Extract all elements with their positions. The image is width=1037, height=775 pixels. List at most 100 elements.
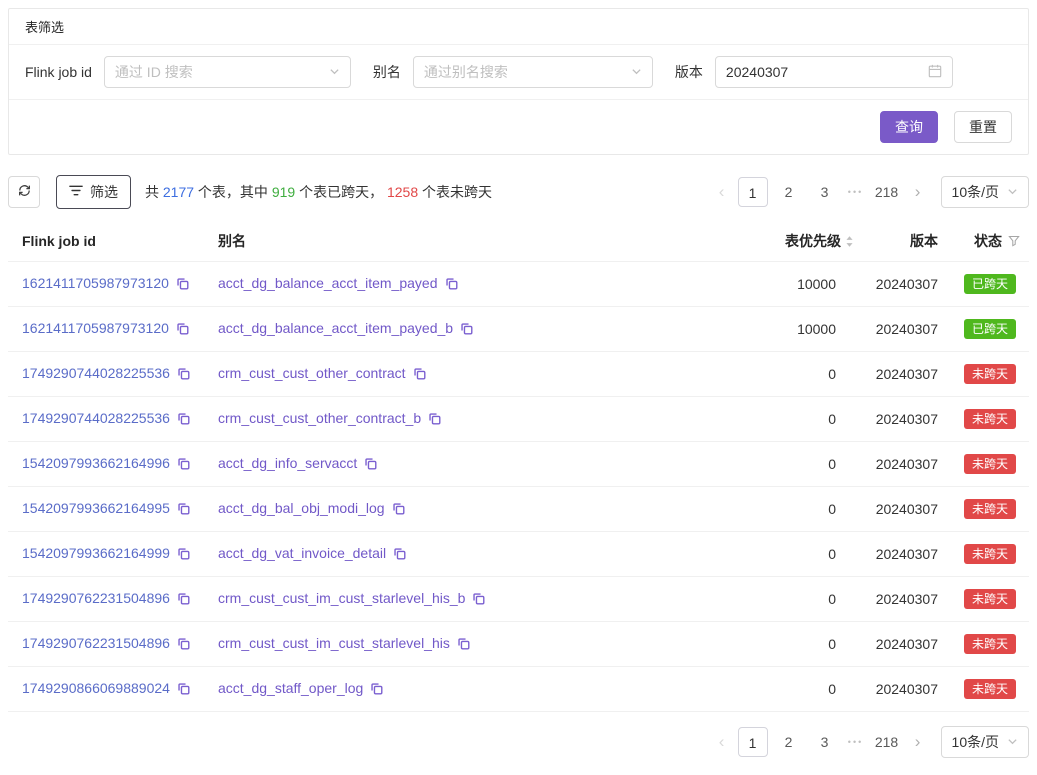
version-value: 20240307 <box>854 577 938 622</box>
refresh-button[interactable] <box>8 176 40 208</box>
alias-link[interactable]: acct_dg_info_servacct <box>218 455 357 471</box>
table-row: 1749290762231504896 crm_cust_cust_im_cus… <box>8 622 1029 667</box>
priority-value: 0 <box>628 622 854 667</box>
page-button-2[interactable]: 2 <box>774 727 804 757</box>
next-page-button[interactable]: › <box>905 182 931 202</box>
copy-icon[interactable] <box>460 322 473 338</box>
copy-icon[interactable] <box>177 367 190 383</box>
page-button-3[interactable]: 3 <box>810 727 840 757</box>
status-badge: 未跨天 <box>964 679 1016 699</box>
priority-value: 10000 <box>628 262 854 307</box>
header-priority[interactable]: 表优先级 <box>628 221 854 262</box>
copy-icon[interactable] <box>177 457 190 473</box>
flink-job-id-link[interactable]: 1749290744028225536 <box>22 410 170 426</box>
copy-icon[interactable] <box>177 682 190 698</box>
page-size-select[interactable]: 10条/页 <box>941 176 1029 208</box>
chevron-down-icon <box>631 64 642 80</box>
alias-link[interactable]: acct_dg_vat_invoice_detail <box>218 545 386 561</box>
flink-job-id-link[interactable]: 1621411705987973120 <box>22 275 169 291</box>
copy-icon[interactable] <box>177 502 190 518</box>
flink-job-id-select[interactable]: 通过 ID 搜索 <box>104 56 351 88</box>
flink-job-id-placeholder: 通过 ID 搜索 <box>115 62 193 82</box>
alias-link[interactable]: acct_dg_balance_acct_item_payed <box>218 275 438 291</box>
results-table: Flink job id 别名 表优先级 版本 状态 1621411705987… <box>8 221 1029 712</box>
page-ellipsis[interactable]: ••• <box>843 737 869 747</box>
priority-value: 0 <box>628 397 854 442</box>
copy-icon[interactable] <box>177 637 190 653</box>
alias-link[interactable]: acct_dg_balance_acct_item_payed_b <box>218 320 453 336</box>
flink-job-id-link[interactable]: 1749290866069889024 <box>22 680 170 696</box>
summary-text: 个表已跨天， <box>295 184 387 200</box>
sort-icon[interactable] <box>845 235 854 251</box>
copy-icon[interactable] <box>364 457 377 473</box>
status-badge: 未跨天 <box>964 544 1016 564</box>
alias-link[interactable]: crm_cust_cust_im_cust_starlevel_his_b <box>218 590 465 606</box>
copy-icon[interactable] <box>177 412 190 428</box>
table-row: 1542097993662164996 acct_dg_info_servacc… <box>8 442 1029 487</box>
page-button-last[interactable]: 218 <box>872 177 902 207</box>
alias-link[interactable]: crm_cust_cust_other_contract_b <box>218 410 421 426</box>
copy-icon[interactable] <box>413 367 426 383</box>
flink-job-id-link[interactable]: 1542097993662164995 <box>22 500 170 516</box>
copy-icon[interactable] <box>176 277 189 293</box>
copy-icon[interactable] <box>392 502 405 518</box>
version-value: 20240307 <box>854 667 938 712</box>
reset-button[interactable]: 重置 <box>954 111 1012 143</box>
page-button-1[interactable]: 1 <box>738 727 768 757</box>
flink-job-id-link[interactable]: 1749290762231504896 <box>22 635 170 651</box>
page-button-last[interactable]: 218 <box>872 727 902 757</box>
flink-job-id-link[interactable]: 1749290762231504896 <box>22 590 170 606</box>
filter-toggle-button[interactable]: 筛选 <box>56 175 131 209</box>
flink-job-id-link[interactable]: 1621411705987973120 <box>22 320 169 336</box>
pagination-top: ‹ 1 2 3 ••• 218 › 10条/页 <box>709 176 1029 208</box>
page-button-3[interactable]: 3 <box>810 177 840 207</box>
header-status[interactable]: 状态 <box>938 221 1029 262</box>
copy-icon[interactable] <box>428 412 441 428</box>
status-badge: 未跨天 <box>964 589 1016 609</box>
priority-value: 0 <box>628 352 854 397</box>
prev-page-button[interactable]: ‹ <box>709 732 735 752</box>
table-row: 1621411705987973120 acct_dg_balance_acct… <box>8 262 1029 307</box>
version-date-input[interactable]: 20240307 <box>715 56 953 88</box>
flink-job-id-link[interactable]: 1542097993662164996 <box>22 455 170 471</box>
page-ellipsis[interactable]: ••• <box>843 187 869 197</box>
header-flink-job-id: Flink job id <box>8 221 204 262</box>
copy-icon[interactable] <box>445 277 458 293</box>
priority-value: 10000 <box>628 307 854 352</box>
prev-page-button[interactable]: ‹ <box>709 182 735 202</box>
summary-total-count: 2177 <box>163 184 194 200</box>
table-body: 1621411705987973120 acct_dg_balance_acct… <box>8 262 1029 712</box>
page-button-2[interactable]: 2 <box>774 177 804 207</box>
page-size-select[interactable]: 10条/页 <box>941 726 1029 758</box>
filter-funnel-icon[interactable] <box>1008 234 1020 250</box>
version-value: 20240307 <box>854 532 938 577</box>
summary-text: 个表未跨天 <box>418 184 492 200</box>
alias-link[interactable]: acct_dg_bal_obj_modi_log <box>218 500 385 516</box>
alias-link[interactable]: acct_dg_staff_oper_log <box>218 680 363 696</box>
filter-panel: 表筛选 Flink job id 通过 ID 搜索 别名 通过别名搜索 版本 2… <box>8 8 1029 155</box>
copy-icon[interactable] <box>370 682 383 698</box>
flink-job-id-link[interactable]: 1749290744028225536 <box>22 365 170 381</box>
flink-job-id-link[interactable]: 1542097993662164999 <box>22 545 170 561</box>
filter-group-version: 版本 20240307 <box>675 56 953 88</box>
page-size-value: 10条/页 <box>952 182 999 202</box>
next-page-button[interactable]: › <box>905 732 931 752</box>
summary-crossed-count: 919 <box>272 184 295 200</box>
table-row: 1621411705987973120 acct_dg_balance_acct… <box>8 307 1029 352</box>
alias-link[interactable]: crm_cust_cust_im_cust_starlevel_his <box>218 635 450 651</box>
version-value: 20240307 <box>854 262 938 307</box>
copy-icon[interactable] <box>176 322 189 338</box>
copy-icon[interactable] <box>177 592 190 608</box>
copy-icon[interactable] <box>393 547 406 563</box>
query-button[interactable]: 查询 <box>880 111 938 143</box>
copy-icon[interactable] <box>457 637 470 653</box>
page-button-1[interactable]: 1 <box>738 177 768 207</box>
bottom-bar: ‹ 1 2 3 ••• 218 › 10条/页 <box>8 726 1029 758</box>
alias-select[interactable]: 通过别名搜索 <box>413 56 653 88</box>
copy-icon[interactable] <box>177 547 190 563</box>
alias-link[interactable]: crm_cust_cust_other_contract <box>218 365 406 381</box>
status-badge: 已跨天 <box>964 274 1016 294</box>
header-alias: 别名 <box>204 221 628 262</box>
copy-icon[interactable] <box>472 592 485 608</box>
table-header-row: Flink job id 别名 表优先级 版本 状态 <box>8 221 1029 262</box>
